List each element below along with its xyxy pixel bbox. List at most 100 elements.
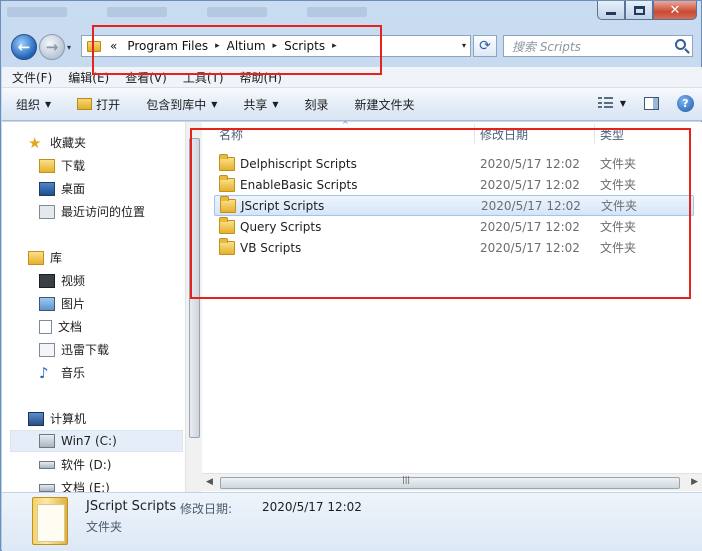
breadcrumb-program-files[interactable]: Program Files — [122, 39, 213, 53]
navigation-bar: ← → ▾ « Program Files ▸ Altium ▸ Scripts… — [1, 29, 701, 63]
column-header-type[interactable]: 类型 — [600, 122, 624, 146]
file-name: Query Scripts — [240, 219, 322, 234]
open-button[interactable]: 打开 — [77, 96, 120, 113]
breadcrumb-separator-icon[interactable]: ▸ — [271, 41, 280, 51]
sidebar-item-music[interactable]: ♪ 音乐 — [39, 364, 85, 381]
address-overflow-button[interactable]: « — [105, 39, 122, 53]
file-row[interactable]: VB Scripts 2020/5/17 12:02 文件夹 — [214, 237, 694, 258]
burn-button[interactable]: 刻录 — [305, 96, 329, 113]
scrollbar-thumb[interactable] — [220, 477, 680, 489]
sidebar-item-drive-e[interactable]: 文档 (E:) — [39, 479, 110, 492]
new-folder-label: 新建文件夹 — [354, 97, 415, 112]
sidebar-computer[interactable]: 计算机 — [28, 410, 86, 427]
star-icon: ★ — [28, 133, 42, 152]
scroll-right-icon[interactable]: ▶ — [691, 477, 698, 487]
file-list: ^ 名称 修改日期 类型 Delphiscript Scripts 2020/5… — [202, 120, 702, 492]
burn-label: 刻录 — [304, 97, 329, 112]
include-in-library-button[interactable]: 包含到库中 ▼ — [146, 96, 217, 113]
scroll-left-icon[interactable]: ◀ — [206, 477, 213, 487]
maximize-button[interactable] — [625, 1, 653, 20]
file-row[interactable]: Delphiscript Scripts 2020/5/17 12:02 文件夹 — [214, 153, 694, 174]
breadcrumb-altium[interactable]: Altium — [222, 39, 271, 53]
share-button[interactable]: 共享 ▼ — [243, 96, 278, 113]
download-library-icon — [39, 342, 55, 357]
file-date: 2020/5/17 12:02 — [480, 156, 580, 171]
folder-icon — [220, 195, 236, 213]
sidebar-label: 图片 — [61, 297, 86, 311]
sidebar-item-recent-places[interactable]: 最近访问的位置 — [39, 203, 145, 220]
menu-tools[interactable]: 工具(T) — [183, 69, 224, 86]
scrollbar-thumb[interactable] — [189, 138, 200, 438]
address-bar[interactable]: « Program Files ▸ Altium ▸ Scripts ▸ ▾ — [81, 35, 471, 57]
video-library-icon — [39, 273, 55, 288]
explorer-window: ✕ ← → ▾ « Program Files ▸ Altium ▸ Scrip… — [0, 0, 702, 551]
sidebar-item-drive-c[interactable]: Win7 (C:) — [10, 430, 183, 452]
menu-view[interactable]: 查看(V) — [125, 69, 167, 86]
search-icon[interactable] — [675, 39, 686, 50]
sidebar-label: 文档 (E:) — [61, 481, 110, 492]
file-row-selected[interactable]: JScript Scripts 2020/5/17 12:02 文件夹 — [214, 195, 694, 216]
breadcrumb-scripts[interactable]: Scripts — [279, 39, 330, 53]
file-type: 文件夹 — [601, 199, 638, 213]
sidebar-favorites[interactable]: ★ 收藏夹 — [28, 134, 86, 151]
menu-help[interactable]: 帮助(H) — [240, 69, 282, 86]
sidebar-item-downloads[interactable]: 下载 — [39, 157, 85, 174]
file-type: 文件夹 — [600, 220, 637, 234]
help-button[interactable]: ? — [677, 95, 694, 112]
sidebar-label: 收藏夹 — [50, 136, 87, 150]
sidebar-item-documents[interactable]: 文档 — [39, 318, 82, 335]
drive-icon — [39, 483, 55, 492]
details-pane: JScript Scripts 修改日期: 2020/5/17 12:02 文件… — [2, 492, 702, 551]
file-type: 文件夹 — [600, 178, 637, 192]
refresh-button[interactable]: ⟳ — [473, 35, 497, 57]
address-dropdown-icon[interactable]: ▾ — [462, 41, 466, 50]
folder-icon — [87, 40, 101, 52]
breadcrumb-separator-icon[interactable]: ▸ — [213, 41, 222, 51]
minimize-button[interactable] — [597, 1, 625, 20]
close-button[interactable]: ✕ — [653, 1, 697, 20]
sidebar-item-videos[interactable]: 视频 — [39, 272, 85, 289]
sidebar-libraries[interactable]: 库 — [28, 249, 62, 266]
recent-pages-dropdown[interactable]: ▾ — [67, 43, 71, 52]
horizontal-scrollbar[interactable]: ◀ ||| ▶ — [202, 473, 702, 491]
menu-edit[interactable]: 编辑(E) — [68, 69, 109, 86]
open-label: 打开 — [96, 97, 121, 112]
sidebar-label: 迅雷下载 — [61, 343, 110, 357]
navigation-scrollbar[interactable] — [185, 122, 202, 492]
search-input[interactable]: 搜索 Scripts — [503, 35, 693, 57]
breadcrumb-separator-icon[interactable]: ▸ — [330, 41, 339, 51]
column-header-name[interactable]: 名称 — [219, 122, 243, 146]
content-area: ★ 收藏夹 下载 桌面 最近访问的位置 库 视频 图片 文档 迅雷下载 ♪ 音乐… — [2, 120, 702, 492]
file-date: 2020/5/17 12:02 — [480, 219, 580, 234]
blurred-background-tabs — [7, 7, 367, 21]
close-icon: ✕ — [669, 2, 681, 18]
open-folder-icon — [77, 98, 93, 110]
desktop-icon — [39, 181, 55, 196]
sidebar-item-desktop[interactable]: 桌面 — [39, 180, 85, 197]
column-divider[interactable] — [474, 124, 475, 144]
sidebar-label: 文档 — [58, 320, 83, 334]
file-row[interactable]: EnableBasic Scripts 2020/5/17 12:02 文件夹 — [214, 174, 694, 195]
file-row[interactable]: Query Scripts 2020/5/17 12:02 文件夹 — [214, 216, 694, 237]
pane-splitter[interactable]: ⋮ — [187, 274, 196, 284]
column-divider[interactable] — [594, 124, 595, 144]
download-folder-icon — [39, 158, 55, 173]
folder-icon — [219, 216, 235, 234]
file-type: 文件夹 — [600, 241, 637, 255]
column-header-date[interactable]: 修改日期 — [480, 122, 528, 146]
sidebar-label: 音乐 — [61, 366, 86, 380]
organize-button[interactable]: 组织 ▼ — [16, 96, 51, 113]
change-view-button[interactable]: ▼ — [597, 97, 626, 110]
forward-button[interactable]: → — [39, 34, 65, 60]
details-name: JScript Scripts — [86, 499, 177, 514]
menu-file[interactable]: 文件(F) — [12, 69, 52, 86]
preview-pane-button[interactable] — [644, 97, 659, 110]
new-folder-button[interactable]: 新建文件夹 — [355, 96, 415, 113]
file-name: EnableBasic Scripts — [240, 177, 358, 192]
sidebar-label: 桌面 — [61, 182, 86, 196]
sidebar-item-drive-d[interactable]: 软件 (D:) — [39, 456, 111, 473]
back-button[interactable]: ← — [11, 34, 37, 60]
sidebar-label: 计算机 — [50, 412, 87, 426]
sidebar-item-pictures[interactable]: 图片 — [39, 295, 85, 312]
sidebar-item-xunlei-downloads[interactable]: 迅雷下载 — [39, 341, 109, 358]
